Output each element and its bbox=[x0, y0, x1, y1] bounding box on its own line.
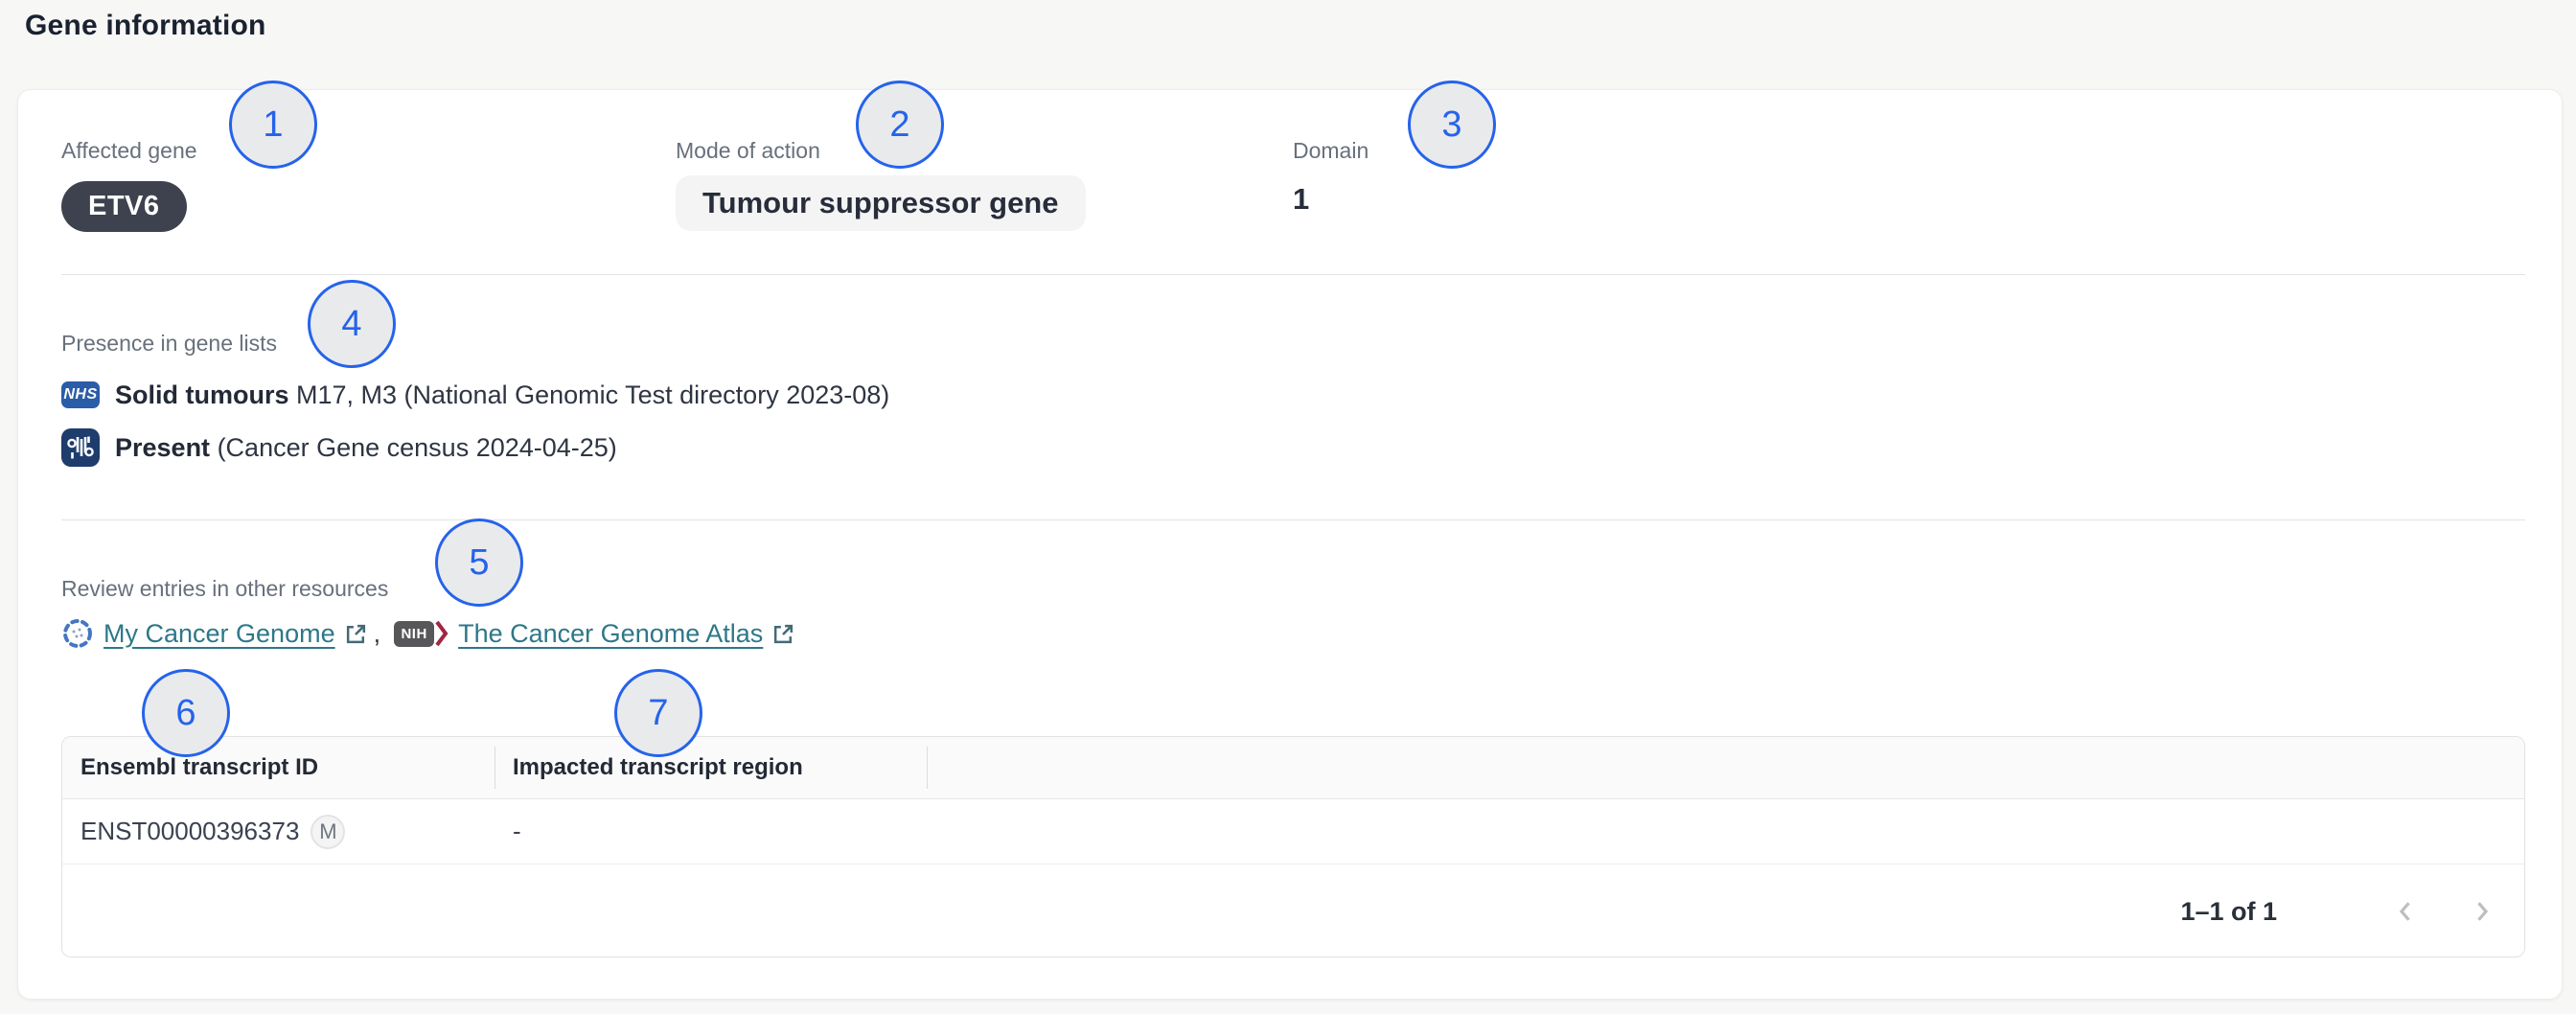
annotation-marker-3: 3 bbox=[1408, 81, 1496, 169]
external-link-icon bbox=[771, 622, 795, 646]
gene-list-item-nhs: NHS Solid tumours M17, M3 (National Geno… bbox=[61, 375, 889, 415]
gene-list-text: Present (Cancer Gene census 2024-04-25) bbox=[115, 433, 617, 463]
nih-icon: NIH bbox=[394, 620, 448, 647]
affected-gene-label: Affected gene bbox=[61, 136, 197, 165]
annotation-marker-2: 2 bbox=[856, 81, 944, 169]
column-separator bbox=[494, 747, 495, 789]
my-cancer-genome-link[interactable]: My Cancer Genome bbox=[104, 619, 335, 649]
mode-of-action-label: Mode of action bbox=[676, 136, 820, 165]
pagination-next-button[interactable] bbox=[2467, 897, 2496, 926]
affected-gene-value-badge: ETV6 bbox=[61, 181, 187, 232]
annotation-marker-7: 7 bbox=[614, 669, 702, 757]
page-title: Gene information bbox=[25, 10, 266, 42]
annotation-marker-6: 6 bbox=[142, 669, 230, 757]
external-link-icon bbox=[344, 622, 368, 646]
annotation-marker-5: 5 bbox=[435, 519, 523, 607]
pagination-prev-button[interactable] bbox=[2392, 897, 2421, 926]
nhs-icon: NHS bbox=[61, 381, 100, 408]
transcripts-table: Ensembl transcript ID Impacted transcrip… bbox=[61, 736, 2525, 957]
column-separator bbox=[927, 747, 928, 789]
resources-links-row: My Cancer Genome , NIH The Cancer Genome… bbox=[61, 613, 801, 654]
annotation-marker-4: 4 bbox=[308, 280, 396, 368]
transcript-id: ENST00000396373 bbox=[80, 817, 299, 846]
gene-lists-label: Presence in gene lists bbox=[61, 329, 277, 357]
table-pagination: 1–1 of 1 bbox=[62, 864, 2524, 957]
domain-label: Domain bbox=[1293, 136, 1368, 165]
resources-label: Review entries in other resources bbox=[61, 574, 388, 603]
domain-value: 1 bbox=[1293, 182, 1309, 217]
section-divider bbox=[61, 274, 2525, 275]
gene-list-text: Solid tumours M17, M3 (National Genomic … bbox=[115, 380, 889, 410]
chevron-left-icon bbox=[2392, 897, 2421, 926]
gene-information-page: Gene information Affected gene ETV6 Mode… bbox=[0, 0, 2576, 1014]
impacted-region-cell: - bbox=[513, 799, 521, 864]
cancer-gene-census-icon bbox=[61, 428, 100, 467]
link-separator: , bbox=[374, 619, 381, 649]
pagination-range-label: 1–1 of 1 bbox=[2180, 897, 2277, 927]
the-cancer-genome-atlas-link[interactable]: The Cancer Genome Atlas bbox=[458, 619, 763, 649]
section-divider bbox=[61, 519, 2525, 520]
transcripts-table-header: Ensembl transcript ID Impacted transcrip… bbox=[62, 737, 2524, 799]
table-row: ENST00000396373 M - bbox=[62, 799, 2524, 864]
my-cancer-genome-icon bbox=[61, 617, 94, 650]
chevron-right-icon bbox=[2467, 897, 2496, 926]
gene-list-item-cancer-gene-census: Present (Cancer Gene census 2024-04-25) bbox=[61, 427, 617, 468]
annotation-marker-1: 1 bbox=[229, 81, 317, 169]
mode-of-action-value-chip: Tumour suppressor gene bbox=[676, 175, 1086, 231]
transcript-id-cell: ENST00000396373 M bbox=[80, 799, 345, 864]
gene-information-card: Affected gene ETV6 Mode of action Tumour… bbox=[17, 89, 2563, 1000]
mane-select-badge: M bbox=[310, 815, 345, 849]
